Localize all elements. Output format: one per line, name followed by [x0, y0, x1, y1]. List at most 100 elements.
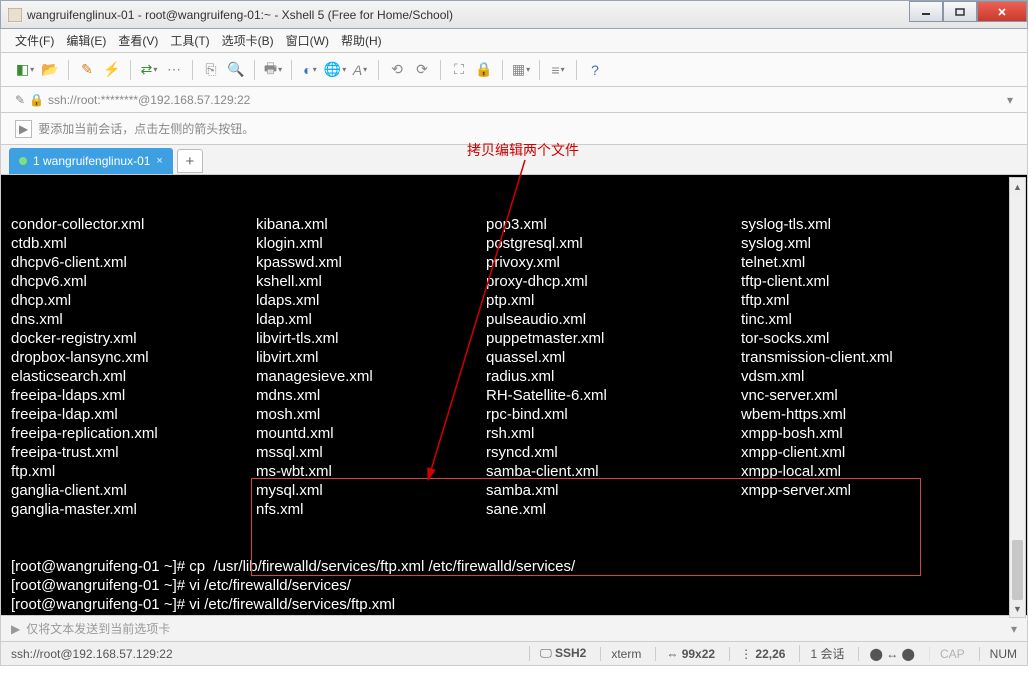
file-entry: ctdb.xml [11, 234, 256, 253]
file-entry: mosh.xml [256, 405, 486, 424]
file-entry: kibana.xml [256, 215, 486, 234]
file-entry: mountd.xml [256, 424, 486, 443]
file-entry: ganglia-client.xml [11, 481, 256, 500]
file-entry: freeipa-ldap.xml [11, 405, 256, 424]
file-listing-row: freeipa-replication.xmlmountd.xmlrsh.xml… [11, 424, 1017, 443]
file-entry: telnet.xml [741, 253, 1017, 272]
scroll-down-icon[interactable]: ▼ [1010, 600, 1025, 617]
address-url[interactable]: ssh://root:********@192.168.57.129:22 [48, 93, 1003, 107]
status-num: NUM [979, 647, 1017, 661]
send-dropdown-icon[interactable]: ▾ [1011, 622, 1017, 636]
file-entry: vdsm.xml [741, 367, 1017, 386]
close-button[interactable] [977, 1, 1027, 22]
tab-session-1[interactable]: 1 wangruifenglinux-01 × [9, 148, 173, 174]
font-icon[interactable]: A [350, 60, 370, 80]
globe-icon[interactable]: 🌐 [325, 60, 345, 80]
tile-icon[interactable]: ≡ [548, 60, 568, 80]
maximize-button[interactable] [943, 1, 977, 22]
new-tab-button[interactable]: + [177, 149, 203, 173]
menu-file[interactable]: 文件(F) [15, 32, 54, 49]
send-text[interactable]: 仅将文本发送到当前选项卡 [26, 620, 170, 637]
prompt-line: [root@wangruifeng-01 ~]# vi /etc/firewal… [11, 595, 1017, 614]
status-ssh: 🖵 SSH2 [529, 646, 586, 661]
status-connect-icon: ⬤ ↔ ⬤ [858, 647, 915, 661]
file-entry: kpasswd.xml [256, 253, 486, 272]
menu-edit[interactable]: 编辑(E) [66, 32, 106, 49]
file-listing-row: dhcp.xmlldaps.xmlptp.xmltftp.xml [11, 291, 1017, 310]
send-icon[interactable]: ▶ [11, 622, 20, 636]
file-listing-row: docker-registry.xmllibvirt-tls.xmlpuppet… [11, 329, 1017, 348]
file-entry: rpc-bind.xml [486, 405, 741, 424]
file-entry: privoxy.xml [486, 253, 741, 272]
zoom-out-icon[interactable]: ⟲ [387, 60, 407, 80]
command-text: vi /etc/firewalld/services/ftp.xml [189, 595, 395, 614]
file-listing-row: ctdb.xmlklogin.xmlpostgresql.xmlsyslog.x… [11, 234, 1017, 253]
file-listing-row: dropbox-lansync.xmllibvirt.xmlquassel.xm… [11, 348, 1017, 367]
lock-scroll-icon[interactable]: 🔒 [474, 60, 494, 80]
file-entry: dhcpv6.xml [11, 272, 256, 291]
layout-icon[interactable]: ▦ [511, 60, 531, 80]
file-entry: libvirt.xml [256, 348, 486, 367]
fullscreen-icon[interactable]: ⛶ [449, 60, 469, 80]
copy-icon[interactable]: ⎘ [201, 60, 221, 80]
file-entry: tor-socks.xml [741, 329, 1017, 348]
file-entry: tftp.xml [741, 291, 1017, 310]
scroll-up-icon[interactable]: ▲ [1010, 178, 1025, 195]
prompt-line: [root@wangruifeng-01 ~]# vi /etc/firewal… [11, 576, 1017, 595]
menubar: 文件(F) 编辑(E) 查看(V) 工具(T) 选项卡(B) 窗口(W) 帮助(… [0, 29, 1028, 53]
prompt-line: [root@wangruifeng-01 ~]# cp /usr/lib/fir… [11, 614, 1017, 616]
open-icon[interactable]: 📂 [40, 60, 60, 80]
file-entry: kshell.xml [256, 272, 486, 291]
shell-prompt: [root@wangruifeng-01 ~]# [11, 595, 189, 614]
file-entry: ganglia-master.xml [11, 500, 256, 519]
menu-view[interactable]: 查看(V) [118, 32, 158, 49]
file-entry: rsh.xml [486, 424, 741, 443]
file-listing-row: dns.xmlldap.xmlpulseaudio.xmltinc.xml [11, 310, 1017, 329]
info-icon[interactable]: ▶ [15, 120, 32, 138]
file-listing-row: dhcpv6-client.xmlkpasswd.xmlprivoxy.xmlt… [11, 253, 1017, 272]
menu-window[interactable]: 窗口(W) [286, 32, 329, 49]
file-entry: condor-collector.xml [11, 215, 256, 234]
zoom-in-icon[interactable]: ⟳ [412, 60, 432, 80]
command-text: vi /etc/firewalld/services/ [189, 576, 351, 595]
file-entry: syslog-tls.xml [741, 215, 1017, 234]
file-entry: ftp.xml [11, 462, 256, 481]
find-icon[interactable]: 🔍 [226, 60, 246, 80]
file-entry: postgresql.xml [486, 234, 741, 253]
highlighted-box [251, 478, 921, 576]
print-icon[interactable]: 🖶 [263, 60, 283, 80]
status-pos: ⋮ 22,26 [729, 647, 785, 661]
shell-prompt: [root@wangruifeng-01 ~]# [11, 614, 189, 616]
scroll-thumb[interactable] [1012, 540, 1023, 600]
menu-help[interactable]: 帮助(H) [341, 32, 382, 49]
file-entry: syslog.xml [741, 234, 1017, 253]
status-size: ⇔ 99x22 [655, 647, 715, 661]
address-dropdown-icon[interactable]: ▾ [1007, 93, 1013, 107]
file-entry: puppetmaster.xml [486, 329, 741, 348]
file-entry: quassel.xml [486, 348, 741, 367]
transfer-icon[interactable]: ⇄ [139, 60, 159, 80]
menu-tools[interactable]: 工具(T) [170, 32, 209, 49]
tab-close-icon[interactable]: × [156, 155, 162, 167]
reconnect-icon[interactable]: ✎ [77, 60, 97, 80]
file-entry: dropbox-lansync.xml [11, 348, 256, 367]
file-entry: tftp-client.xml [741, 272, 1017, 291]
file-entry: docker-registry.xml [11, 329, 256, 348]
file-entry: elasticsearch.xml [11, 367, 256, 386]
properties-icon[interactable]: ⋯ [164, 60, 184, 80]
file-entry: klogin.xml [256, 234, 486, 253]
new-session-icon[interactable]: ◧ [15, 60, 35, 80]
terminal[interactable]: condor-collector.xmlkibana.xmlpop3.xmlsy… [0, 175, 1028, 616]
minimize-button[interactable] [909, 1, 943, 22]
file-entry: ldaps.xml [256, 291, 486, 310]
file-entry: freeipa-replication.xml [11, 424, 256, 443]
file-entry: mssql.xml [256, 443, 486, 462]
disconnect-icon[interactable]: ⚡ [102, 60, 122, 80]
file-entry: managesieve.xml [256, 367, 486, 386]
file-listing-row: condor-collector.xmlkibana.xmlpop3.xmlsy… [11, 215, 1017, 234]
color-scheme-icon[interactable]: ◐ [300, 60, 320, 80]
menu-tabs[interactable]: 选项卡(B) [222, 32, 274, 49]
terminal-scrollbar[interactable]: ▲ ▼ [1009, 177, 1026, 618]
tab-label: 1 wangruifenglinux-01 [33, 154, 150, 168]
help-icon[interactable]: ? [585, 60, 605, 80]
